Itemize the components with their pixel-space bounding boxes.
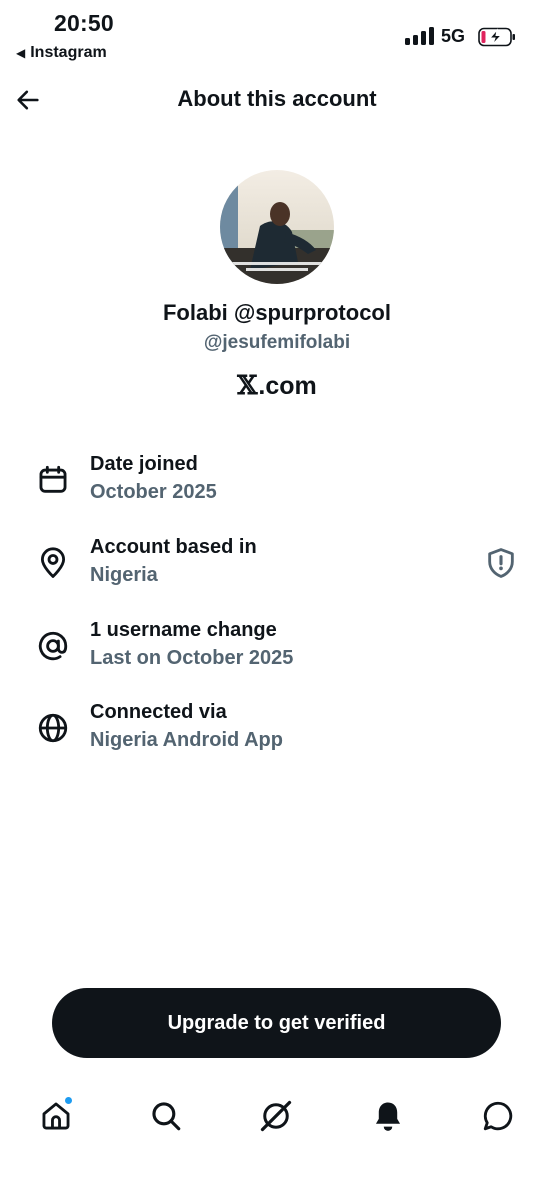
- notifications-bell-icon: [375, 1102, 401, 1131]
- globe-icon: [38, 713, 68, 743]
- info-label: Connected via: [90, 701, 227, 723]
- site-label: 𝕏 .com: [0, 371, 554, 401]
- upgrade-verified-button[interactable]: Upgrade to get verified: [52, 988, 501, 1058]
- calendar-icon: [39, 465, 67, 493]
- nav-home[interactable]: [36, 1096, 76, 1136]
- nav-notifications[interactable]: [368, 1096, 408, 1136]
- shield-alert-icon[interactable]: [484, 546, 518, 580]
- info-label: 1 username change: [90, 619, 277, 641]
- site-suffix: .com: [258, 371, 317, 400]
- x-logo-icon: 𝕏: [237, 371, 258, 401]
- status-bar: 20:50 ◀ Instagram 5G: [0, 0, 554, 70]
- info-value: Nigeria Android App: [90, 729, 283, 751]
- back-app-label: Instagram: [30, 44, 107, 61]
- info-label: Date joined: [90, 453, 198, 475]
- back-to-instagram-link[interactable]: ◀ Instagram: [16, 44, 107, 62]
- info-connected-via: Connected via Nigeria Android App: [0, 701, 554, 763]
- page-title: About this account: [177, 86, 377, 111]
- profile-avatar[interactable]: [220, 170, 334, 284]
- nav-search[interactable]: [146, 1096, 186, 1136]
- info-value: Last on October 2025: [90, 647, 294, 669]
- messages-icon: [483, 1101, 513, 1131]
- info-value: October 2025: [90, 481, 217, 503]
- info-username-change: 1 username change Last on October 2025: [0, 619, 554, 681]
- location-pin-icon: [40, 547, 66, 578]
- display-name: Folabi @spurprotocol: [162, 300, 391, 325]
- top-bar: About this account: [0, 78, 554, 122]
- back-triangle-icon: ◀: [16, 46, 26, 60]
- info-value: Nigeria: [90, 564, 158, 586]
- user-handle[interactable]: @jesufemifolabi: [0, 332, 554, 354]
- search-icon: [152, 1102, 181, 1131]
- info-account-based-in: Account based in Nigeria: [0, 536, 554, 598]
- info-date-joined: Date joined October 2025: [0, 453, 554, 515]
- at-sign-icon: [38, 631, 68, 661]
- nav-messages[interactable]: [478, 1096, 518, 1136]
- info-label: Account based in: [90, 536, 257, 558]
- network-type: 5G: [441, 26, 466, 46]
- cellular-signal-icon: [405, 27, 434, 45]
- nav-grok[interactable]: [256, 1096, 296, 1136]
- clock: 20:50: [54, 10, 114, 36]
- battery-charging-icon: [478, 27, 515, 47]
- grok-icon: [260, 1100, 292, 1132]
- profile-photo: [220, 170, 334, 284]
- notification-dot: [64, 1096, 73, 1105]
